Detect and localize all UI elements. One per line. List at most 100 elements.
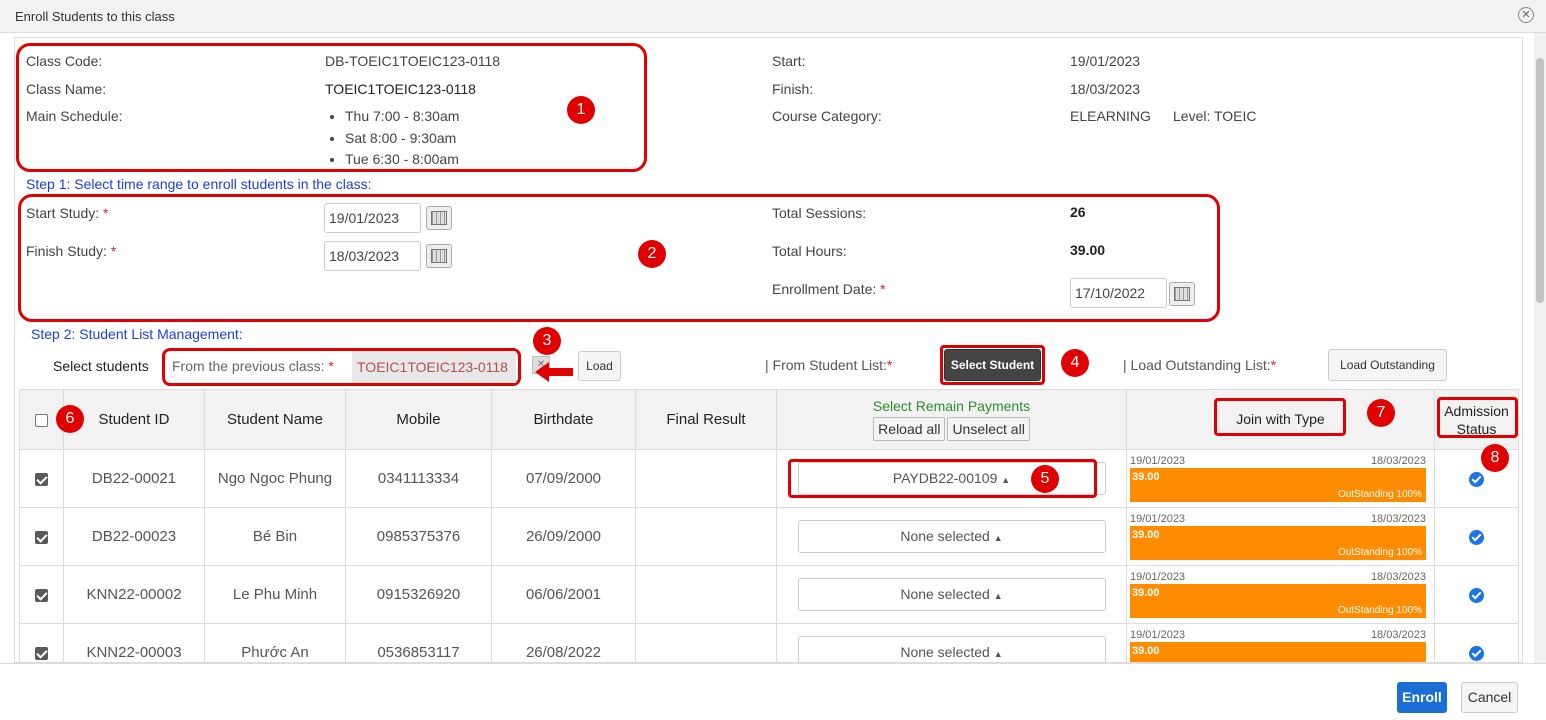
payments-heading: Select Remain Payments xyxy=(872,398,1031,414)
col-birthdate[interactable]: Birthdate xyxy=(491,389,636,450)
annotation-badge-6: 6 xyxy=(56,405,84,433)
table-row[interactable]: KNN22-00003 Phước An 0536853117 26/08/2022 N… xyxy=(19,623,1519,662)
row-checkbox[interactable] xyxy=(35,472,48,486)
select-student-button[interactable]: Select Student xyxy=(944,349,1041,381)
birthdate-cell: 26/08/2022 xyxy=(491,623,636,662)
mobile-cell: 0985375376 xyxy=(345,507,492,566)
calendar-icon[interactable] xyxy=(426,244,452,268)
cancel-button[interactable]: Cancel xyxy=(1461,682,1518,713)
annotation-badge-8: 8 xyxy=(1481,444,1509,472)
join-hours: 39.00 xyxy=(1132,470,1160,483)
finish-study-input[interactable]: 18/03/2023 xyxy=(324,241,421,271)
col-final-result[interactable]: Final Result xyxy=(635,389,777,450)
col-payments: Select Remain Payments Reload all Unselec… xyxy=(776,389,1127,450)
join-status: OutStanding 100% xyxy=(1338,546,1422,558)
join-bar-fill: 39.00 OutStanding 100% xyxy=(1130,467,1426,502)
join-type-bar[interactable]: 19/01/202318/03/202339.00OutStanding 100… xyxy=(1130,454,1430,504)
total-hours-value: 39.00 xyxy=(1070,242,1106,258)
start-study-label: Start Study: * xyxy=(26,205,109,221)
join-start-date: 19/01/2023 xyxy=(1130,570,1186,583)
col-student-id[interactable]: Student ID xyxy=(63,389,205,450)
scrollbar-thumb[interactable] xyxy=(1536,58,1544,303)
col-student-name[interactable]: Student Name xyxy=(204,389,346,450)
unselect-all-button[interactable]: Unselect all xyxy=(947,417,1030,441)
enroll-button[interactable]: Enroll xyxy=(1397,682,1447,713)
join-type-bar[interactable]: 19/01/202318/03/202339.00OutStanding 100… xyxy=(1130,570,1430,620)
student-list-label: | From Student List:* xyxy=(765,357,893,373)
annotation-box-1 xyxy=(16,43,647,172)
annotation-badge-7: 7 xyxy=(1367,399,1395,427)
caret-up-icon: ▲ xyxy=(993,649,1003,659)
join-hours: 39.00 xyxy=(1132,528,1160,541)
annotation-badge-5: 5 xyxy=(1031,465,1059,493)
col-mobile[interactable]: Mobile xyxy=(345,389,492,450)
birthdate-cell: 26/09/2000 xyxy=(491,507,636,566)
admission-cell xyxy=(1434,565,1519,624)
step1-heading: Step 1: Select time range to enroll stud… xyxy=(26,176,372,192)
table-row[interactable]: DB22-00023 Bé Bin 0985375376 26/09/2000 None… xyxy=(19,507,1519,566)
enrollment-date-input[interactable]: 17/10/2022 xyxy=(1070,278,1167,308)
finish-label: Finish: xyxy=(772,81,814,97)
row-select-cell xyxy=(19,623,64,662)
row-checkbox[interactable] xyxy=(35,588,48,602)
select-all-checkbox[interactable] xyxy=(35,413,48,427)
course-category-value: ELEARNING xyxy=(1070,108,1151,124)
student-name-cell: Phước An xyxy=(204,623,346,662)
total-hours-label: Total Hours: xyxy=(772,243,847,259)
join-status: OutStanding 100% xyxy=(1338,488,1422,500)
table-row[interactable]: DB22-00021 Ngo Ngoc Phung 0341113334 07/09/… xyxy=(19,449,1519,508)
join-type-cell: 19/01/2023 18/03/2023 39.00 OutStanding 100… xyxy=(1126,565,1435,624)
table-row[interactable]: KNN22-00002 Le Phu Minh 0915326920 06/06/20… xyxy=(19,565,1519,624)
student-id-cell: DB22-00023 xyxy=(63,507,205,566)
calendar-icon[interactable] xyxy=(426,206,452,230)
reload-all-button[interactable]: Reload all xyxy=(873,417,946,441)
start-value: 19/01/2023 xyxy=(1070,53,1141,69)
dialog-footer xyxy=(0,663,1546,720)
check-circle-icon xyxy=(1469,587,1484,603)
annotation-box-8 xyxy=(1437,397,1518,438)
calendar-icon[interactable] xyxy=(1169,282,1195,306)
annotation-badge-3: 3 xyxy=(533,327,561,355)
join-type-bar[interactable]: 19/01/202318/03/202339.00OutStanding 100… xyxy=(1130,512,1430,562)
dialog-titlebar: Enroll Students to this class ✕ xyxy=(0,0,1546,33)
student-id-cell: KNN22-00003 xyxy=(63,623,205,662)
join-end-date: 18/03/2023 xyxy=(1370,628,1426,641)
join-start-date: 19/01/2023 xyxy=(1130,454,1186,467)
dialog-title: Enroll Students to this class xyxy=(15,9,175,24)
prev-class-select[interactable]: TOEIC1TOEIC123-0118 xyxy=(352,351,516,383)
annotation-badge-4: 4 xyxy=(1061,349,1089,377)
start-study-input[interactable]: 19/01/2023 xyxy=(324,203,421,233)
caret-up-icon: ▲ xyxy=(993,533,1003,543)
join-type-bar[interactable]: 19/01/202318/03/202339.00OutStanding 100… xyxy=(1130,628,1430,662)
join-bar-fill: 39.00 OutStanding 100% xyxy=(1130,525,1426,560)
load-outstanding-button[interactable]: Load Outstanding xyxy=(1328,349,1447,381)
final-result-cell xyxy=(635,507,777,566)
arrow-left-icon xyxy=(535,362,573,382)
join-start-date: 19/01/2023 xyxy=(1130,512,1186,525)
join-status: OutStanding 100% xyxy=(1338,604,1422,616)
annotation-box-7 xyxy=(1214,398,1346,436)
annotation-badge-2: 2 xyxy=(638,240,666,268)
dialog-body: Class Code: DB-TOEIC1TOEIC123-0118 Class… xyxy=(14,37,1523,663)
row-checkbox[interactable] xyxy=(35,530,48,544)
final-result-cell xyxy=(635,565,777,624)
row-checkbox[interactable] xyxy=(35,646,48,660)
annotation-badge-1: 1 xyxy=(567,96,595,124)
outstanding-label: | Load Outstanding List:* xyxy=(1123,357,1277,373)
row-select-cell xyxy=(19,507,64,566)
mobile-cell: 0915326920 xyxy=(345,565,492,624)
scrollbar[interactable] xyxy=(1534,33,1546,663)
payment-select[interactable]: None selected ▲ xyxy=(797,636,1106,662)
payment-select[interactable]: None selected ▲ xyxy=(797,578,1106,611)
row-select-cell xyxy=(19,565,64,624)
enrollment-date-label: Enrollment Date: * xyxy=(772,281,886,297)
join-end-date: 18/03/2023 xyxy=(1370,570,1426,583)
join-bar-fill: 39.00OutStanding 100% xyxy=(1130,641,1426,662)
course-category-label: Course Category: xyxy=(772,108,882,124)
student-id-cell: KNN22-00002 xyxy=(63,565,205,624)
load-button[interactable]: Load xyxy=(578,351,621,381)
payment-select[interactable]: None selected ▲ xyxy=(797,520,1106,553)
birthdate-cell: 07/09/2000 xyxy=(491,449,636,508)
close-icon[interactable]: ✕ xyxy=(1518,7,1534,23)
check-circle-icon xyxy=(1469,529,1484,545)
